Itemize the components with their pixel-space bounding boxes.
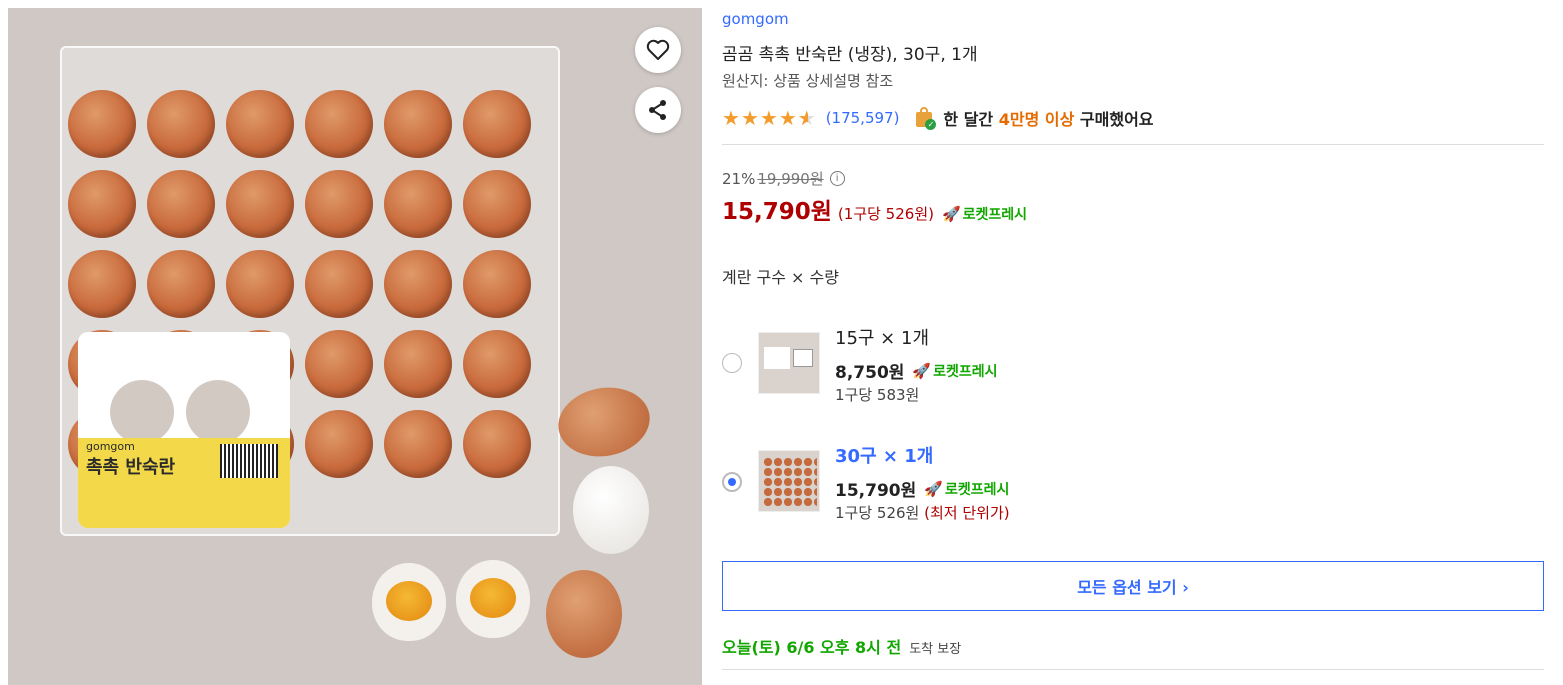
- option-price: 15,790원: [835, 481, 917, 501]
- half-boiled-egg: [372, 563, 446, 641]
- rating-stars[interactable]: ★ ★ ★ ★ ★: [722, 108, 816, 128]
- view-all-options-label: 모든 옵션 보기 ›: [1077, 578, 1189, 597]
- rocket-label: 로켓프레시: [933, 363, 998, 380]
- tray-egg: [226, 170, 294, 238]
- option-radio-selected[interactable]: [722, 472, 742, 492]
- half-boiled-egg: [456, 560, 530, 638]
- star-icon: ★: [778, 106, 797, 130]
- tray-egg: [226, 250, 294, 318]
- rocket-label: 로켓프레시: [944, 481, 1010, 498]
- half-star-icon: ★: [798, 108, 816, 128]
- rocket-label: 로켓프레시: [962, 207, 1028, 223]
- option-group-label: 계란 구수 × 수량: [722, 268, 839, 287]
- tray-egg: [68, 90, 136, 158]
- lowest-unit-note: (최저 단위가): [924, 504, 1010, 522]
- tray-egg: [463, 90, 531, 158]
- tray-egg: [384, 170, 452, 238]
- package-label-text: gomgom 촉촉 반숙란: [86, 440, 175, 479]
- option-radio[interactable]: [722, 353, 742, 373]
- egg-yolk: [386, 581, 432, 621]
- heart-icon: [646, 39, 670, 60]
- egg-yolk: [470, 578, 516, 618]
- tray-egg: [305, 330, 373, 398]
- loose-brown-egg: [552, 380, 656, 464]
- info-icon[interactable]: i: [829, 171, 845, 186]
- tray-egg: [226, 90, 294, 158]
- sale-price: 15,790원: [722, 199, 832, 225]
- product-title: 곰곰 촉촉 반숙란 (냉장), 30구, 1개: [722, 45, 978, 65]
- rocket-icon: 🚀: [912, 361, 932, 380]
- option-thumbnail: [758, 332, 820, 394]
- star-icon: ★: [759, 106, 778, 130]
- tray-egg: [384, 250, 452, 318]
- option-unit-price: 1구당 583원: [835, 386, 920, 404]
- tray-egg: [463, 410, 531, 478]
- option-name: 15구 × 1개: [835, 328, 930, 349]
- discount-row: 21% 19,990원 i: [722, 168, 845, 189]
- share-icon: [649, 100, 666, 120]
- tray-egg: [463, 250, 531, 318]
- product-image[interactable]: gomgom 촉촉 반숙란: [8, 8, 702, 685]
- rocket-fresh-badge: 🚀 로켓프레시: [942, 204, 1027, 224]
- tray-egg: [147, 90, 215, 158]
- view-all-options-button[interactable]: 모든 옵션 보기 ›: [722, 561, 1544, 611]
- tray-egg: [463, 170, 531, 238]
- shopping-bag-check-icon: ✓: [915, 107, 937, 130]
- package-product-name: 촉촉 반숙란: [86, 457, 176, 478]
- discount-rate: 21%: [722, 169, 756, 188]
- purchase-prefix: 한 달간: [943, 110, 994, 129]
- divider: [722, 144, 1544, 145]
- tray-egg: [147, 250, 215, 318]
- purchase-highlight: 4만명 이상: [998, 110, 1075, 129]
- tray-egg: [305, 410, 373, 478]
- unit-price: (1구당 526원): [837, 205, 934, 223]
- tray-egg: [68, 250, 136, 318]
- rating-row: ★ ★ ★ ★ ★ (175,597) ✓ 한 달간 4만명 이상 구매했어요: [722, 106, 1154, 130]
- divider: [722, 669, 1544, 670]
- tray-egg: [305, 90, 373, 158]
- option-price: 8,750원: [835, 363, 905, 383]
- label-hole: [110, 380, 174, 444]
- tray-egg: [384, 330, 452, 398]
- tray-egg: [384, 410, 452, 478]
- purchase-suffix: 구매했어요: [1079, 110, 1154, 129]
- original-price: 19,990원: [757, 170, 824, 188]
- option-unit-price: 1구당 526원 (최저 단위가): [835, 504, 1010, 522]
- option-price-row: 8,750원 🚀 로켓프레시: [835, 358, 998, 384]
- option-price-row: 15,790원 🚀 로켓프레시: [835, 476, 1009, 502]
- rocket-icon: 🚀: [924, 479, 943, 498]
- loose-white-egg: [573, 466, 649, 554]
- star-icon: ★: [740, 106, 759, 130]
- tray-egg: [384, 90, 452, 158]
- barcode: [220, 444, 278, 478]
- tray-egg: [305, 170, 373, 238]
- option-name: 30구 × 1개: [835, 446, 934, 467]
- rocket-fresh-badge: 🚀 로켓프레시: [912, 361, 997, 381]
- rocket-icon: 🚀: [941, 205, 961, 223]
- wishlist-button[interactable]: [635, 27, 681, 73]
- star-icon: ★: [722, 106, 740, 130]
- delivery-date: 오늘(토) 6/6 오후 8시 전: [722, 638, 902, 657]
- label-hole: [186, 380, 250, 444]
- review-count-link[interactable]: (175,597): [826, 109, 900, 127]
- brand-link[interactable]: gomgom: [722, 10, 789, 28]
- price-row: 15,790원 (1구당 526원) 🚀 로켓프레시: [722, 192, 1027, 226]
- tray-egg: [463, 330, 531, 398]
- tray-egg: [147, 170, 215, 238]
- option-thumbnail: [758, 450, 820, 512]
- rocket-fresh-badge: 🚀 로켓프레시: [924, 479, 1009, 499]
- delivery-info: 오늘(토) 6/6 오후 8시 전 도착 보장: [722, 634, 961, 658]
- package-brand: gomgom: [86, 440, 135, 453]
- tray-egg: [305, 250, 373, 318]
- share-button[interactable]: [635, 87, 681, 133]
- product-origin: 원산지: 상품 상세설명 참조: [722, 72, 894, 90]
- tray-egg: [68, 170, 136, 238]
- loose-brown-egg: [546, 570, 622, 658]
- purchase-count-text: 한 달간 4만명 이상 구매했어요: [943, 106, 1153, 130]
- delivery-guarantee: 도착 보장: [909, 642, 962, 657]
